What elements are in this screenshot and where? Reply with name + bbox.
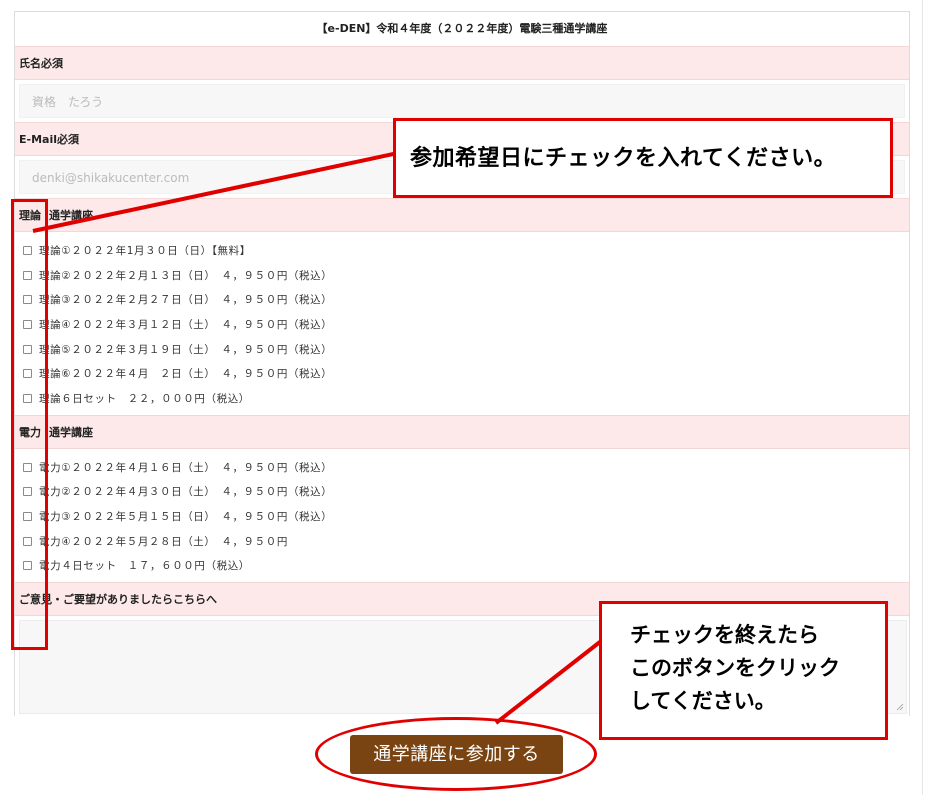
- checkbox-highlight-box: [11, 199, 48, 650]
- option-label: 理論６日セット ２２，０００円（税込）: [39, 392, 250, 405]
- option-label: 理論②２０２２年２月１３日（日） ４，９５０円（税込）: [39, 269, 333, 282]
- checkbox-option[interactable]: 電力②２０２２年４月３０日（土） ４，９５０円（税込）: [21, 480, 909, 505]
- resize-grip-icon[interactable]: [896, 703, 904, 711]
- checkbox-option[interactable]: 理論②２０２２年２月１３日（日） ４，９５０円（税込）: [21, 263, 909, 288]
- callout-line: チェックを終えたら: [630, 622, 819, 647]
- option-label: 理論⑥２０２２年４月 ２日（土） ４，９５０円（税込）: [39, 368, 333, 381]
- option-label: 理論④２０２２年３月１２日（土） ４，９５０円（税込）: [39, 318, 333, 331]
- callout-line: このボタンをクリック: [630, 655, 840, 680]
- checkbox-option[interactable]: 電力①２０２２年４月１６日（土） ４，９５０円（税込）: [21, 455, 909, 480]
- theory-section-header: 理論 通学講座: [15, 198, 909, 232]
- power-sublabel: 通学講座: [49, 425, 93, 439]
- name-label: 氏名必須: [15, 46, 909, 80]
- checkbox-option[interactable]: 電力③２０２２年５月１５日（日） ４，９５０円（税込）: [21, 504, 909, 529]
- option-label: 理論①２０２２年1月３０日（日）【無料】: [39, 244, 251, 257]
- check-instruction-callout: 参加希望日にチェックを入れてください。: [393, 118, 893, 198]
- scrollbar-thumb[interactable]: [922, 0, 930, 795]
- checkbox-option[interactable]: 電力④２０２２年５月２８日（土） ４，９５０円: [21, 529, 909, 554]
- button-instruction-callout: チェックを終えたら このボタンをクリック してください。: [599, 601, 888, 740]
- callout-line: してください。: [630, 688, 776, 713]
- form-title: 【e-DEN】令和４年度（２０２２年度）電験三種通学講座: [316, 22, 608, 35]
- option-label: 理論③２０２２年２月２７日（日） ４，９５０円（税込）: [39, 294, 333, 307]
- option-label: 理論⑤２０２２年３月１９日（土） ４，９５０円（税込）: [39, 343, 333, 356]
- option-label: 電力①２０２２年４月１６日（土） ４，９５０円（税込）: [39, 461, 333, 474]
- power-section-header: 電力 通学講座: [15, 414, 909, 449]
- checkbox-option[interactable]: 理論⑥２０２２年４月 ２日（土） ４，９５０円（税込）: [21, 361, 909, 386]
- checkbox-option[interactable]: 理論６日セット ２２，０００円（税込）: [21, 386, 909, 411]
- option-label: 電力④２０２２年５月２８日（土） ４，９５０円: [39, 535, 288, 548]
- checkbox-option[interactable]: 理論④２０２２年３月１２日（土） ４，９５０円（税込）: [21, 312, 909, 337]
- checkbox-option[interactable]: 理論①２０２２年1月３０日（日）【無料】: [21, 238, 909, 263]
- checkbox-option[interactable]: 理論③２０２２年２月２７日（日） ４，９５０円（税込）: [21, 287, 909, 312]
- option-label: 電力②２０２２年４月３０日（土） ４，９５０円（税込）: [39, 486, 333, 499]
- power-options: 電力①２０２２年４月１６日（土） ４，９５０円（税込） 電力②２０２２年４月３０…: [15, 449, 909, 582]
- option-label: 電力③２０２２年５月１５日（日） ４，９５０円（税込）: [39, 511, 333, 524]
- theory-sublabel: 通学講座: [49, 209, 93, 222]
- checkbox-option[interactable]: 電力４日セット １７，６００円（税込）: [21, 554, 909, 579]
- checkbox-option[interactable]: 理論⑤２０２２年３月１９日（土） ４，９５０円（税込）: [21, 337, 909, 362]
- name-input[interactable]: 資格 たろう: [19, 84, 905, 118]
- button-highlight-ellipse: [315, 717, 597, 791]
- option-label: 電力４日セット １７，６００円（税込）: [39, 560, 250, 573]
- theory-options: 理論①２０２２年1月３０日（日）【無料】 理論②２０２２年２月１３日（日） ４，…: [15, 232, 909, 415]
